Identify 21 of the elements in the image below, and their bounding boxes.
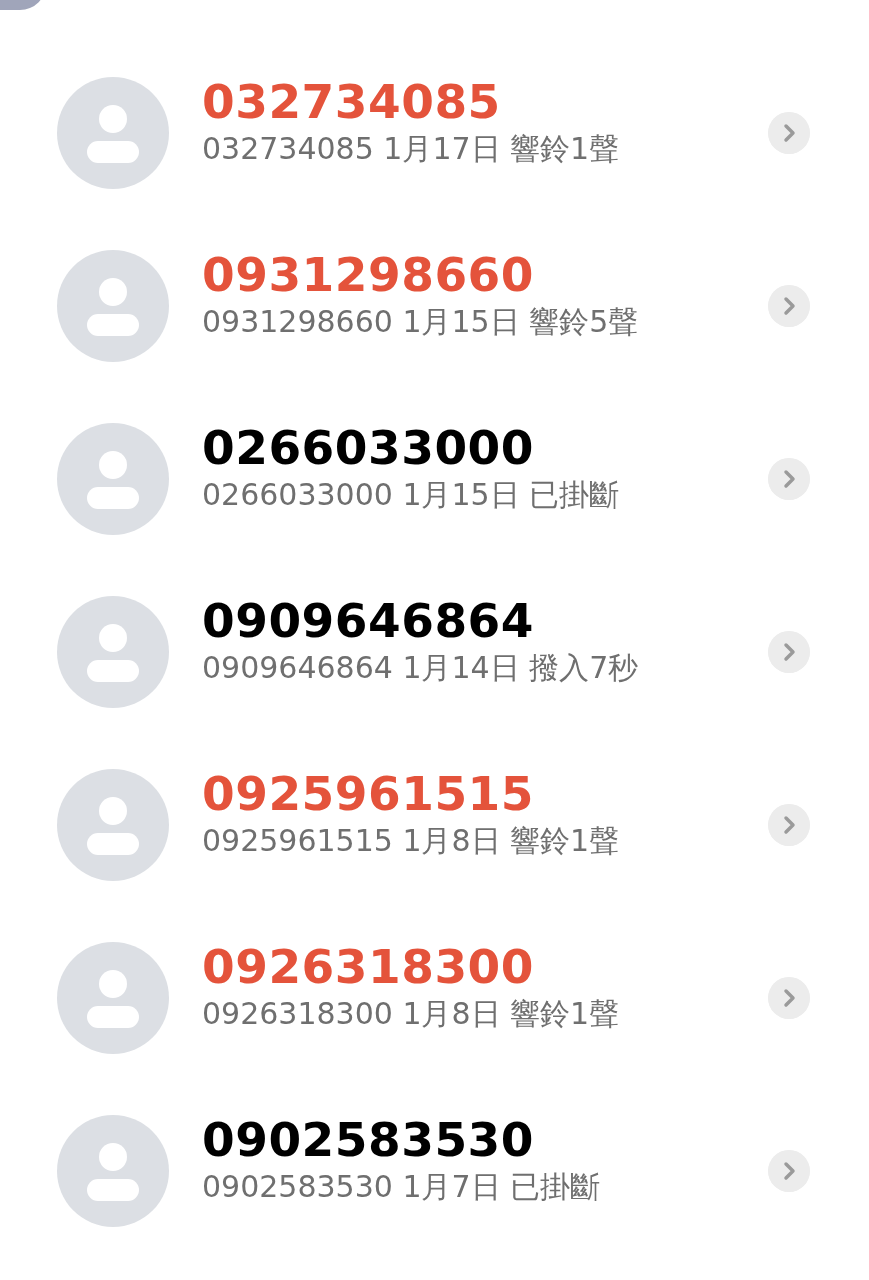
call-detail: 0925961515 1月8日 響鈴1聲 bbox=[202, 822, 621, 861]
avatar-icon bbox=[57, 77, 169, 189]
phone-number: 0902583530 bbox=[202, 1113, 536, 1168]
avatar-icon bbox=[57, 942, 169, 1054]
call-detail: 0266033000 1月15日 已掛斷 bbox=[202, 476, 621, 515]
avatar-icon bbox=[57, 596, 169, 708]
phone-number: 0925961515 bbox=[202, 767, 536, 822]
call-detail: 0926318300 1月8日 響鈴1聲 bbox=[202, 995, 621, 1034]
phone-number: 0266033000 bbox=[202, 421, 536, 476]
call-detail: 032734085 1月17日 響鈴1聲 bbox=[202, 130, 621, 169]
avatar-icon bbox=[57, 423, 169, 535]
avatar-icon bbox=[57, 1115, 169, 1227]
avatar-icon bbox=[57, 250, 169, 362]
phone-number: 0909646864 bbox=[202, 594, 536, 649]
phone-number: 0926318300 bbox=[202, 940, 536, 995]
call-detail: 0931298660 1月15日 響鈴5聲 bbox=[202, 303, 640, 342]
phone-number: 032734085 bbox=[202, 75, 502, 130]
avatar-icon bbox=[57, 769, 169, 881]
call-detail: 0909646864 1月14日 撥入7秒 bbox=[202, 649, 640, 688]
call-detail: 0902583530 1月7日 已掛斷 bbox=[202, 1168, 602, 1207]
phone-number: 0931298660 bbox=[202, 248, 536, 303]
